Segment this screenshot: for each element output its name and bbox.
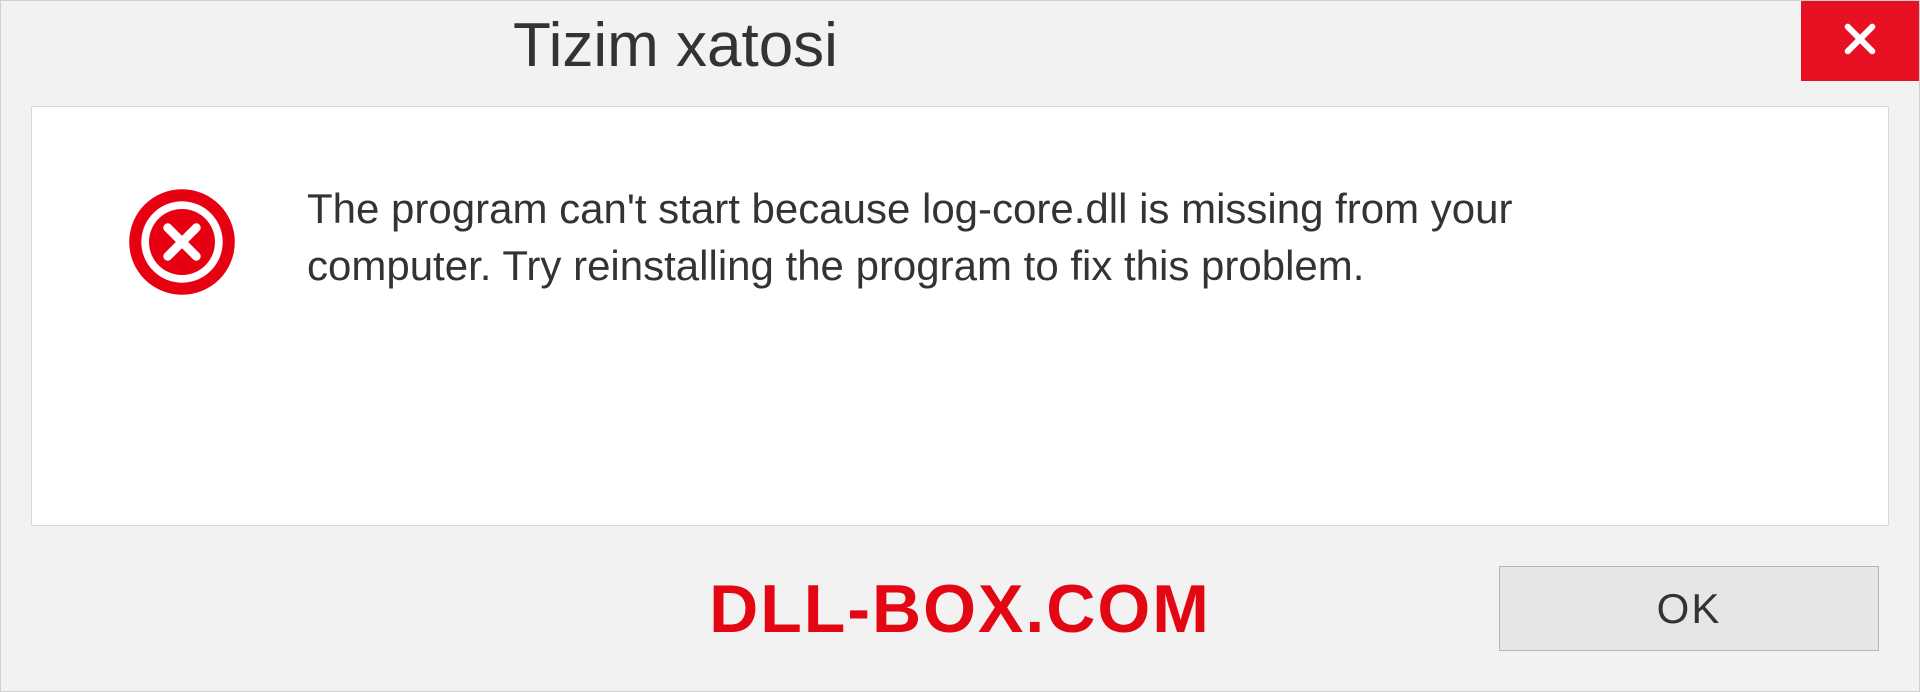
ok-button[interactable]: OK xyxy=(1499,566,1879,651)
error-message: The program can't start because log-core… xyxy=(307,177,1707,294)
close-icon xyxy=(1839,18,1881,65)
dialog-footer: DLL-BOX.COM OK xyxy=(1,526,1919,691)
content-panel: The program can't start because log-core… xyxy=(31,106,1889,526)
dialog-title: Tizim xatosi xyxy=(1,1,838,83)
error-dialog: Tizim xatosi The program can't start bec… xyxy=(0,0,1920,692)
watermark-text: DLL-BOX.COM xyxy=(709,570,1211,648)
ok-button-label: OK xyxy=(1657,585,1722,633)
titlebar: Tizim xatosi xyxy=(1,1,1919,96)
error-icon xyxy=(127,187,237,297)
close-button[interactable] xyxy=(1801,1,1919,81)
